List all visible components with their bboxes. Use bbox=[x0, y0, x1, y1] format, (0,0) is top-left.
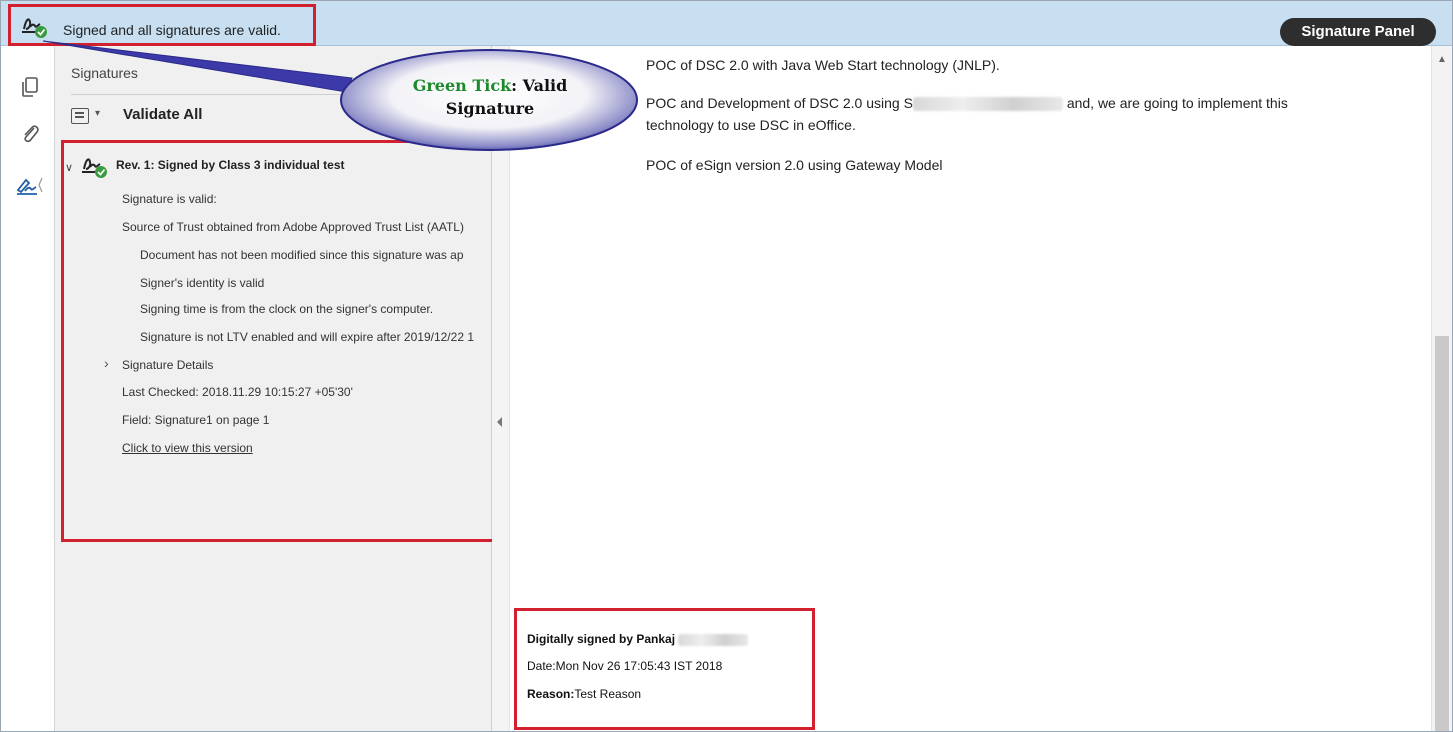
panel-splitter[interactable] bbox=[492, 46, 510, 731]
digital-signature-block[interactable]: Digitally signed by Pankaj Date:Mon Nov … bbox=[514, 608, 815, 730]
chevron-up-icon[interactable]: ▲ bbox=[1437, 54, 1447, 65]
callout-text: Green Tick: Valid Signature bbox=[412, 76, 568, 118]
signature-icon[interactable] bbox=[15, 174, 45, 196]
options-menu-icon[interactable] bbox=[71, 108, 89, 124]
signature-details-toggle[interactable]: Signature Details bbox=[122, 358, 213, 372]
vertical-scrollbar[interactable]: ▲ bbox=[1431, 46, 1452, 731]
revision-label: Rev. 1: Signed by Class 3 individual tes… bbox=[116, 158, 345, 172]
attachment-icon[interactable] bbox=[19, 122, 41, 144]
chevron-down-icon[interactable]: ▾ bbox=[95, 108, 100, 119]
ltv-text: Signature is not LTV enabled and will ex… bbox=[140, 330, 474, 344]
not-modified-text: Document has not been modified since thi… bbox=[140, 248, 464, 262]
doc-text-line: technology to use DSC in eOffice. bbox=[646, 117, 856, 133]
redacted-text bbox=[678, 633, 749, 646]
status-highlight-box bbox=[8, 4, 316, 46]
signature-valid-text: Signature is valid: bbox=[122, 192, 217, 206]
navigation-rail bbox=[1, 46, 55, 731]
last-checked-text: Last Checked: 2018.11.29 10:15:27 +05'30… bbox=[122, 385, 353, 399]
doc-text-line: POC of eSign version 2.0 using Gateway M… bbox=[646, 157, 943, 173]
panel-title: Signatures bbox=[71, 65, 138, 81]
scrollbar-thumb[interactable] bbox=[1435, 336, 1449, 731]
source-of-trust-text: Source of Trust obtained from Adobe Appr… bbox=[122, 220, 464, 234]
collapse-arrow-icon[interactable] bbox=[497, 417, 502, 427]
signing-time-text: Signing time is from the clock on the si… bbox=[140, 302, 434, 316]
chevron-down-icon[interactable]: ∨ bbox=[65, 161, 73, 174]
signed-by-line: Digitally signed by Pankaj bbox=[527, 632, 749, 646]
doc-text-line: POC of DSC 2.0 with Java Web Start techn… bbox=[646, 57, 1000, 73]
signature-valid-icon bbox=[82, 158, 107, 178]
pages-icon[interactable] bbox=[19, 76, 41, 98]
identity-valid-text: Signer's identity is valid bbox=[140, 276, 265, 290]
signature-date: Date:Mon Nov 26 17:05:43 IST 2018 bbox=[527, 659, 723, 673]
field-text: Field: Signature1 on page 1 bbox=[122, 413, 270, 427]
signatures-panel: Signatures ▾ Validate All ∨ Rev. 1: Sign… bbox=[55, 46, 492, 731]
chevron-right-icon[interactable]: › bbox=[104, 355, 109, 371]
signature-reason: Reason:Test Reason bbox=[527, 687, 642, 701]
validate-all-button[interactable]: Validate All bbox=[123, 106, 202, 123]
doc-text-line: POC and Development of DSC 2.0 using S a… bbox=[646, 95, 1288, 112]
view-version-link[interactable]: Click to view this version bbox=[122, 441, 253, 455]
redacted-text bbox=[912, 97, 1063, 112]
signature-panel-button[interactable]: Signature Panel bbox=[1280, 18, 1436, 46]
